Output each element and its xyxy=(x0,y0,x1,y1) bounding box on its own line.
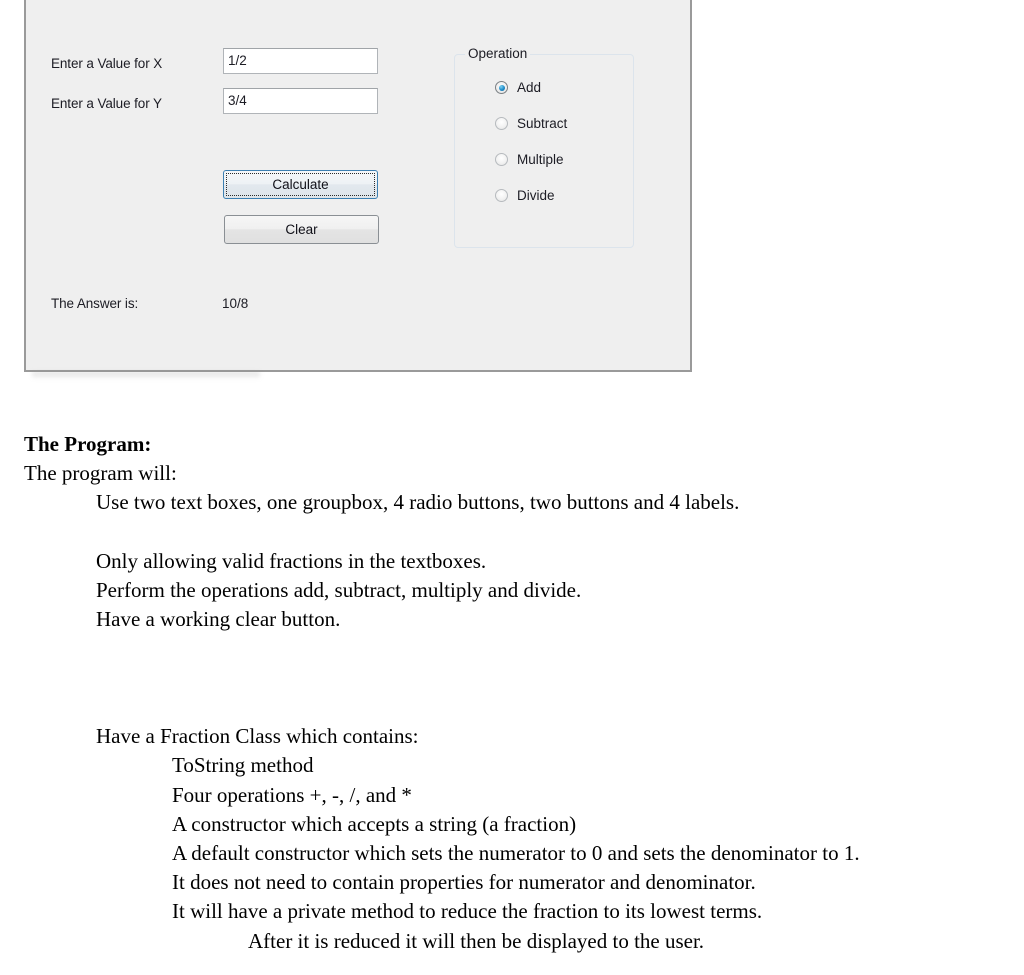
label-enter-value-x: Enter a Value for X xyxy=(51,56,163,71)
radio-option-multiple[interactable]: Multiple xyxy=(495,152,564,167)
radio-option-subtract-label: Subtract xyxy=(517,116,568,131)
clear-button-label: Clear xyxy=(285,222,318,237)
class-item: ToString method xyxy=(172,753,314,778)
requirement-item: Use two text boxes, one groupbox, 4 radi… xyxy=(96,490,740,515)
calculate-button-label: Calculate xyxy=(272,177,329,192)
calculate-button[interactable]: Calculate xyxy=(223,170,378,199)
window-drop-shadow xyxy=(32,372,260,379)
class-item: It will have a private method to reduce … xyxy=(172,899,763,924)
class-item: It does not need to contain properties f… xyxy=(172,870,756,895)
requirement-item: Only allowing valid fractions in the tex… xyxy=(96,548,487,573)
radio-selected-icon xyxy=(495,81,508,94)
class-subitem: After it is reduced it will then be disp… xyxy=(248,928,705,953)
label-enter-value-y: Enter a Value for Y xyxy=(51,96,162,111)
radio-unselected-icon xyxy=(495,189,508,202)
clear-button[interactable]: Clear xyxy=(224,215,379,244)
radio-option-add[interactable]: Add xyxy=(495,80,541,95)
x-value-input[interactable]: 1/2 xyxy=(223,48,378,74)
requirement-item: Have a working clear button. xyxy=(96,607,341,632)
radio-option-multiple-label: Multiple xyxy=(517,152,564,167)
operation-groupbox-title: Operation xyxy=(465,46,531,61)
class-item: Four operations +, -, /, and * xyxy=(172,782,412,807)
radio-option-subtract[interactable]: Subtract xyxy=(495,116,567,131)
class-item: A constructor which accepts a string (a … xyxy=(172,811,577,836)
radio-unselected-icon xyxy=(495,117,508,130)
radio-option-divide-label: Divide xyxy=(517,188,555,203)
radio-option-divide[interactable]: Divide xyxy=(495,188,555,203)
assignment-description: The Program: The program will: Use two t… xyxy=(0,430,1024,956)
intro-line: The program will: xyxy=(24,461,177,486)
class-heading: Have a Fraction Class which contains: xyxy=(96,724,419,749)
radio-option-add-label: Add xyxy=(517,80,542,95)
section-heading: The Program: xyxy=(24,432,152,456)
class-item: A default constructor which sets the num… xyxy=(172,841,860,866)
fraction-calculator-form-screenshot: Enter a Value for X Enter a Value for Y … xyxy=(24,0,692,379)
answer-result-value: 10/8 xyxy=(222,296,249,311)
radio-unselected-icon xyxy=(495,153,508,166)
label-the-answer-is: The Answer is: xyxy=(51,296,139,311)
operation-groupbox: Operation Add Subtract Multiple Divide xyxy=(454,46,634,248)
requirement-item: Perform the operations add, subtract, mu… xyxy=(96,577,582,602)
y-value-input[interactable]: 3/4 xyxy=(223,88,378,114)
application-window: Enter a Value for X Enter a Value for Y … xyxy=(24,0,692,372)
